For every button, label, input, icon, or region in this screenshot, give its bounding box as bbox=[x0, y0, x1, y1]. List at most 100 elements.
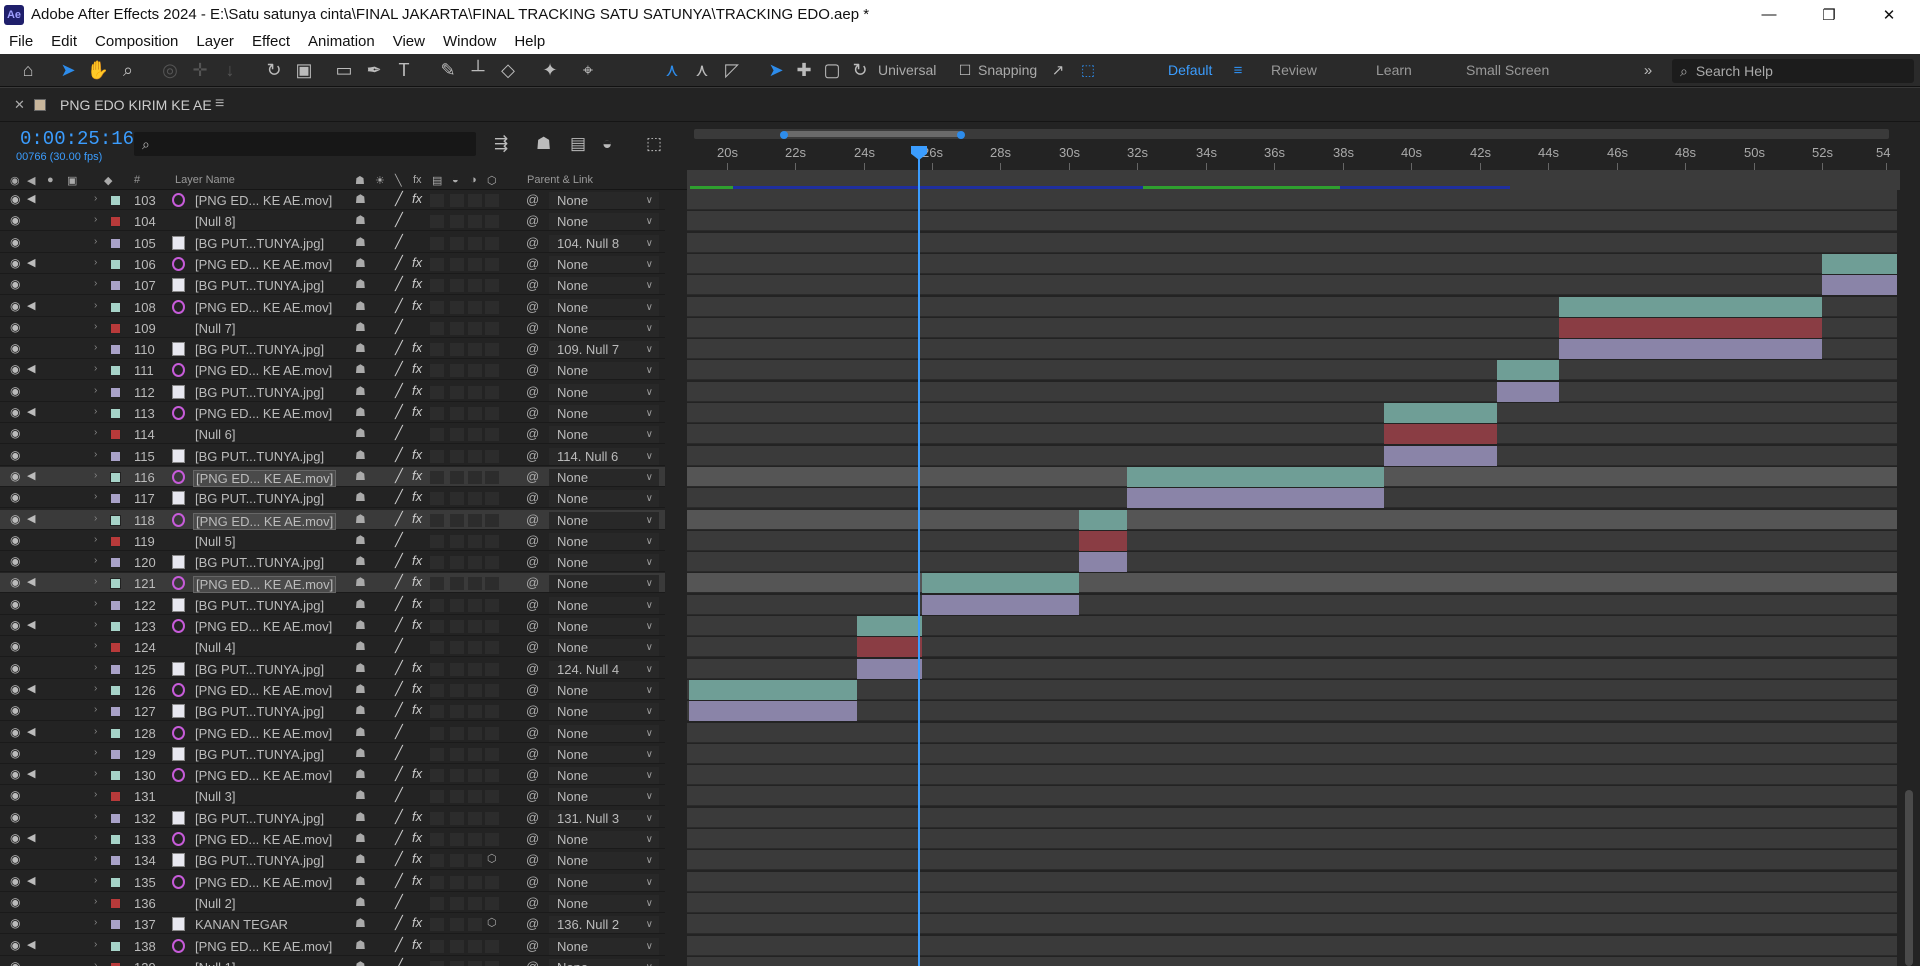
label-color[interactable] bbox=[110, 876, 121, 888]
twirl-chevron-icon[interactable]: › bbox=[94, 662, 97, 673]
more-workspaces-icon[interactable]: » bbox=[1636, 58, 1660, 82]
world-axis-icon[interactable]: ⋏ bbox=[690, 58, 714, 82]
layer-name[interactable]: [Null 7] bbox=[195, 321, 235, 336]
parent-dropdown[interactable]: 114. Null 6 ∨ bbox=[549, 447, 659, 465]
audio-switch-icon[interactable]: ◀ bbox=[27, 174, 35, 187]
layer-track[interactable] bbox=[687, 743, 1897, 764]
label-color[interactable] bbox=[110, 216, 121, 228]
adjustment-switch[interactable] bbox=[468, 747, 482, 761]
layer-duration-bar[interactable] bbox=[1558, 317, 1822, 338]
layer-name[interactable]: [BG PUT...TUNYA.jpg] bbox=[195, 449, 324, 464]
twirl-chevron-icon[interactable]: › bbox=[94, 896, 97, 907]
twirl-chevron-icon[interactable]: › bbox=[94, 513, 97, 524]
label-color[interactable] bbox=[110, 642, 121, 654]
layer-row[interactable]: ◉ › 112 [BG PUT...TUNYA.jpg] ☗ ╱ fx @ None ∨ bbox=[0, 381, 1900, 403]
motion-blur-switch[interactable] bbox=[450, 470, 464, 484]
selection-tool-icon[interactable]: ➤ bbox=[56, 58, 80, 82]
motion-blur-switch[interactable] bbox=[450, 534, 464, 548]
shy-icon[interactable]: ☗ bbox=[355, 299, 366, 313]
quality-icon[interactable]: ╱ bbox=[395, 276, 403, 292]
layer-track[interactable] bbox=[687, 573, 1897, 594]
fx-icon[interactable]: fx bbox=[412, 298, 422, 313]
layer-row[interactable]: ◉ › 119 [Null 5] ☗ ╱ @ None ∨ bbox=[0, 530, 1900, 552]
eye-icon[interactable]: ◉ bbox=[10, 661, 20, 675]
fx-icon[interactable]: fx bbox=[412, 191, 422, 206]
layer-row[interactable]: ◉ › 120 [BG PUT...TUNYA.jpg] ☗ ╱ fx @ None ∨ bbox=[0, 552, 1900, 573]
adjustment-switch[interactable] bbox=[468, 811, 482, 825]
quality-icon[interactable]: ╱ bbox=[395, 447, 403, 463]
layer-name[interactable]: [PNG ED... KE AE.mov] bbox=[195, 832, 332, 847]
parent-dropdown[interactable]: 104. Null 8 ∨ bbox=[549, 234, 659, 252]
fx-icon[interactable]: fx bbox=[412, 809, 422, 824]
3d-switch[interactable] bbox=[485, 343, 499, 357]
speaker-icon[interactable]: ◀ bbox=[27, 938, 35, 951]
anchor-tool-icon[interactable]: ▣ bbox=[292, 58, 316, 82]
eye-icon[interactable]: ◉ bbox=[10, 192, 20, 206]
layer-track[interactable] bbox=[687, 253, 1897, 274]
3d-switch[interactable] bbox=[485, 641, 499, 655]
layer-row[interactable]: ◉ › 125 [BG PUT...TUNYA.jpg] ☗ ╱ fx @124. Null … bbox=[0, 658, 1900, 680]
layer-track[interactable] bbox=[687, 679, 1897, 700]
twirl-chevron-icon[interactable]: › bbox=[94, 726, 97, 737]
layer-track[interactable] bbox=[687, 594, 1897, 615]
3d-switch[interactable] bbox=[485, 896, 499, 910]
layer-row[interactable]: ◉ › 109 [Null 7] ☗ ╱ @ None ∨ bbox=[0, 317, 1900, 339]
speaker-icon[interactable]: ◀ bbox=[27, 618, 35, 631]
parent-dropdown[interactable]: None ∨ bbox=[549, 255, 659, 273]
scale-icon[interactable]: ▢ bbox=[820, 58, 844, 82]
layer-duration-bar[interactable] bbox=[1127, 488, 1384, 509]
shy-icon[interactable]: ☗ bbox=[355, 597, 366, 611]
adjustment-switch[interactable] bbox=[468, 662, 482, 676]
parent-dropdown[interactable]: 124. Null 4 ∨ bbox=[549, 660, 659, 678]
layer-name[interactable]: [PNG ED... KE AE.mov] bbox=[195, 406, 332, 421]
shy-icon[interactable]: ☗ bbox=[355, 703, 366, 717]
layer-duration-bar[interactable] bbox=[1822, 253, 1897, 274]
layer-name[interactable]: [Null 5] bbox=[195, 534, 235, 549]
eye-icon[interactable]: ◉ bbox=[10, 320, 20, 334]
menu-effect[interactable]: Effect bbox=[243, 33, 299, 50]
pick-whip-icon[interactable]: @ bbox=[526, 469, 539, 484]
adjustment-switch[interactable] bbox=[468, 194, 482, 207]
view-axis-icon[interactable]: ◸ bbox=[720, 58, 744, 82]
frame-blend-switch[interactable] bbox=[430, 662, 444, 676]
fx-icon[interactable]: fx bbox=[412, 830, 422, 845]
parent-dropdown[interactable]: None ∨ bbox=[549, 894, 659, 912]
frame-blend-switch[interactable] bbox=[430, 236, 444, 250]
parent-dropdown[interactable]: None ∨ bbox=[549, 831, 659, 848]
twirl-chevron-icon[interactable]: › bbox=[94, 214, 97, 225]
3d-switch[interactable] bbox=[485, 875, 499, 889]
motion-blur-switch[interactable] bbox=[450, 215, 464, 229]
adjustment-switch[interactable] bbox=[468, 875, 482, 889]
parent-dropdown[interactable]: None ∨ bbox=[549, 490, 659, 508]
shy-icon[interactable]: ☗ bbox=[355, 788, 366, 802]
adjustment-switch[interactable] bbox=[468, 492, 482, 506]
layer-track[interactable] bbox=[687, 914, 1897, 935]
pick-whip-icon[interactable]: @ bbox=[526, 895, 539, 910]
menu-edit[interactable]: Edit bbox=[42, 33, 86, 50]
type-tool-icon[interactable]: T bbox=[392, 58, 416, 82]
pick-whip-icon[interactable]: @ bbox=[526, 959, 539, 966]
shy-icon[interactable]: ☗ bbox=[355, 405, 366, 419]
layer-duration-bar[interactable] bbox=[1079, 509, 1128, 530]
menu-file[interactable]: File bbox=[0, 33, 42, 50]
comp-tab-label[interactable]: PNG EDO KIRIM KE AE bbox=[60, 97, 212, 113]
current-timecode[interactable]: 0:00:25:16 bbox=[20, 128, 134, 150]
label-color[interactable] bbox=[110, 258, 121, 270]
adjustment-switch[interactable] bbox=[468, 598, 482, 612]
pick-whip-icon[interactable]: @ bbox=[526, 639, 539, 654]
parent-dropdown[interactable]: None ∨ bbox=[549, 937, 659, 955]
frame-blend-switch[interactable] bbox=[430, 811, 444, 825]
shy-icon[interactable]: ☗ bbox=[355, 575, 366, 589]
composition-flowchart-icon[interactable]: ⇶ bbox=[494, 134, 508, 154]
eye-icon[interactable]: ◉ bbox=[10, 895, 20, 909]
speaker-icon[interactable]: ◀ bbox=[27, 256, 35, 269]
label-color[interactable] bbox=[110, 557, 121, 569]
fx-icon[interactable]: fx bbox=[412, 766, 422, 781]
pick-whip-icon[interactable]: @ bbox=[526, 384, 539, 399]
adjustment-switch[interactable] bbox=[468, 279, 482, 293]
layer-duration-bar[interactable] bbox=[1384, 445, 1497, 466]
quality-icon[interactable]: ╱ bbox=[395, 596, 403, 612]
fx-icon[interactable]: fx bbox=[412, 489, 422, 504]
adjustment-switch[interactable] bbox=[468, 300, 482, 314]
shy-icon[interactable]: ☗ bbox=[355, 938, 366, 952]
